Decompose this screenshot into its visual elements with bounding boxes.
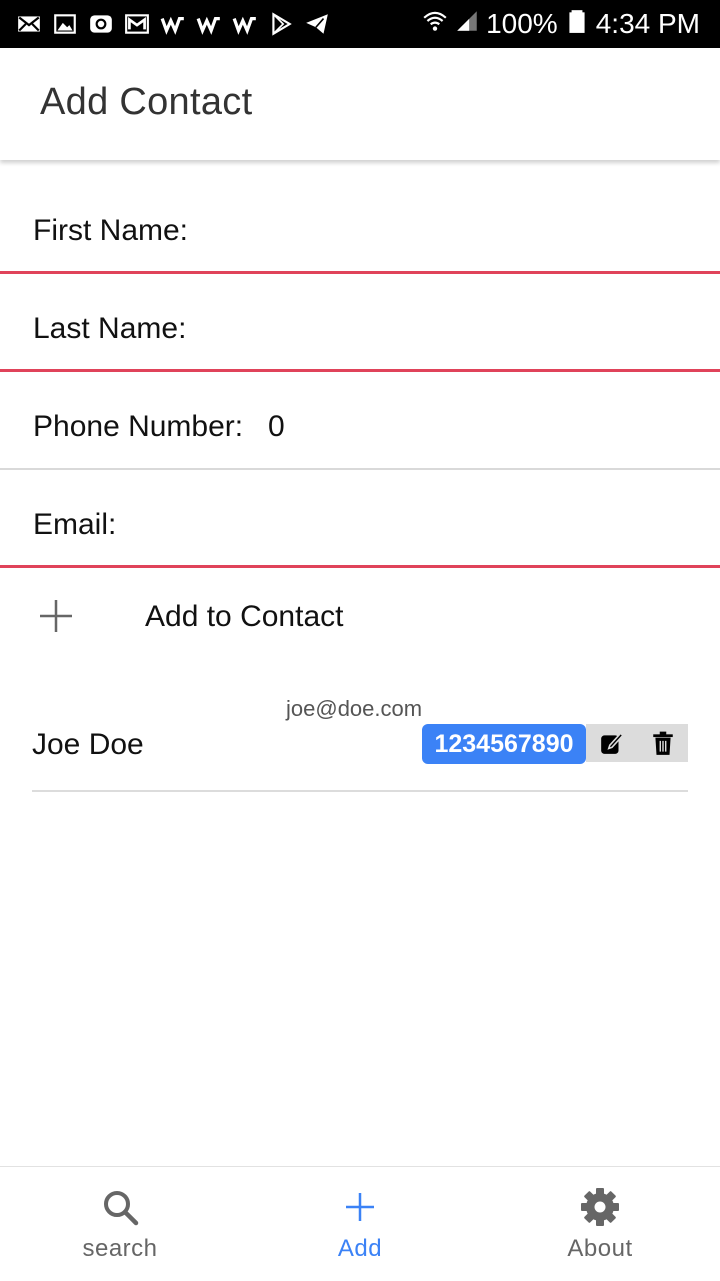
add-to-contact-label: Add to Contact <box>145 600 344 633</box>
app-bar: Add Contact <box>0 48 720 160</box>
list-item[interactable]: Joe Doe joe@doe.com 1234567890 <box>32 680 688 792</box>
w-app-icon <box>232 11 258 37</box>
battery-icon <box>564 8 590 41</box>
last-name-field[interactable]: Last Name: <box>0 274 720 372</box>
tab-add-label: Add <box>337 1235 383 1262</box>
tab-add[interactable]: Add <box>240 1167 480 1281</box>
clock: 4:34 PM <box>595 8 700 39</box>
bottom-navigation: search Add About <box>0 1166 720 1281</box>
email-field[interactable]: Email: <box>0 470 720 568</box>
trash-icon[interactable] <box>650 730 676 756</box>
edit-icon[interactable] <box>599 730 625 756</box>
contact-name: Joe Doe <box>32 728 144 761</box>
phone-number-field[interactable]: Phone Number: 0 <box>0 372 720 470</box>
wifi-icon <box>422 8 448 41</box>
image-icon <box>52 11 78 37</box>
contact-actions <box>586 724 688 762</box>
mail-icon <box>16 11 42 37</box>
notification-icons <box>16 11 330 37</box>
search-icon <box>100 1187 140 1227</box>
contact-email: joe@doe.com <box>286 696 423 721</box>
page-title: Add Contact <box>40 81 253 123</box>
tab-about-label: About <box>567 1235 633 1262</box>
email-label: Email: <box>33 508 117 541</box>
play-store-icon <box>268 11 294 37</box>
gear-icon <box>580 1187 620 1227</box>
system-status: 100% 4:34 PM <box>422 8 700 41</box>
phone-number-value: 0 <box>268 410 285 443</box>
signal-icon <box>454 8 480 41</box>
first-name-label: First Name: <box>33 214 189 247</box>
w-app-icon <box>160 11 186 37</box>
tab-about[interactable]: About <box>480 1167 720 1281</box>
phone-number-label: Phone Number: <box>33 410 244 443</box>
first-name-field[interactable]: First Name: <box>0 176 720 274</box>
tab-search-label: search <box>82 1235 158 1262</box>
battery-percent: 100% <box>486 8 558 39</box>
at-mail-icon <box>88 11 114 37</box>
last-name-label: Last Name: <box>33 312 187 345</box>
plus-icon <box>36 596 76 636</box>
tab-search[interactable]: search <box>0 1167 240 1281</box>
contact-phone-badge[interactable]: 1234567890 <box>422 724 586 764</box>
w-app-icon <box>196 11 222 37</box>
status-bar: 100% 4:34 PM <box>0 0 720 48</box>
add-to-contact-button[interactable]: Add to Contact <box>0 570 720 666</box>
telegram-icon <box>304 11 330 37</box>
gmail-icon <box>124 11 150 37</box>
plus-icon <box>340 1187 380 1227</box>
